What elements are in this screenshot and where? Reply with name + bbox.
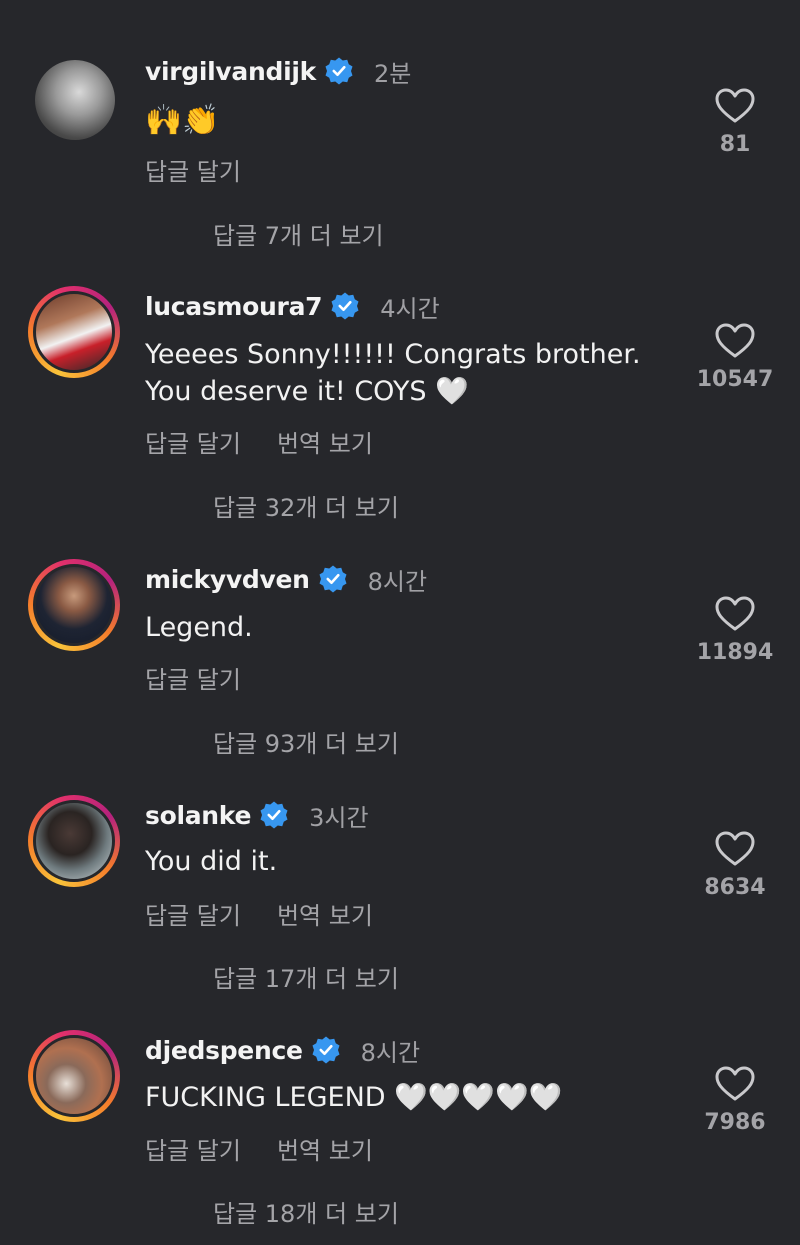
avatar[interactable]: [35, 60, 115, 140]
view-more-replies-button[interactable]: 답글 17개 더 보기: [213, 959, 399, 994]
comment-time: 8시간: [367, 567, 428, 596]
reply-button[interactable]: 답글 달기: [145, 660, 241, 695]
like-count: 7986: [704, 1110, 766, 1135]
avatar[interactable]: [28, 795, 120, 887]
heart-outline-icon[interactable]: [715, 323, 755, 359]
comment-time: 8시간: [360, 1038, 421, 1067]
view-more-replies-button[interactable]: 답글 7개 더 보기: [213, 216, 384, 251]
like-count: 10547: [696, 367, 774, 392]
verified-badge-icon: [325, 57, 353, 85]
verified-badge-icon: [312, 1036, 340, 1064]
heart-outline-icon[interactable]: [715, 1066, 755, 1102]
comment-time: 2분: [373, 59, 412, 88]
like-count: 8634: [704, 875, 766, 900]
username[interactable]: djedspence: [145, 1036, 303, 1065]
comment-text: You did it.: [145, 846, 278, 877]
reply-button[interactable]: 답글 달기: [145, 1131, 241, 1166]
verified-badge-icon: [319, 565, 347, 593]
reply-button[interactable]: 답글 달기: [145, 424, 241, 459]
view-more-replies-button[interactable]: 답글 93개 더 보기: [213, 724, 399, 759]
comment-text: 🙌👏: [145, 103, 220, 138]
avatar[interactable]: [28, 1030, 120, 1122]
avatar[interactable]: [28, 286, 120, 378]
username[interactable]: mickyvdven: [145, 565, 310, 594]
username[interactable]: solanke: [145, 801, 251, 830]
like-count: 11894: [696, 640, 774, 665]
username[interactable]: virgilvandijk: [145, 57, 316, 86]
reply-button[interactable]: 답글 달기: [145, 152, 241, 187]
username[interactable]: lucasmoura7: [145, 292, 323, 321]
heart-outline-icon[interactable]: [715, 596, 755, 632]
comment-text: Legend.: [145, 612, 253, 643]
see-translation-button[interactable]: 번역 보기: [277, 1131, 373, 1166]
view-more-replies-button[interactable]: 답글 32개 더 보기: [213, 488, 399, 523]
like-count: 81: [719, 132, 751, 157]
verified-badge-icon: [331, 292, 359, 320]
view-more-replies-button[interactable]: 답글 18개 더 보기: [213, 1194, 399, 1229]
see-translation-button[interactable]: 번역 보기: [277, 424, 373, 459]
reply-button[interactable]: 답글 달기: [145, 896, 241, 931]
heart-outline-icon[interactable]: [715, 831, 755, 867]
comment-time: 4시간: [380, 294, 440, 323]
comment-time: 3시간: [309, 803, 369, 832]
avatar[interactable]: [28, 559, 120, 651]
verified-badge-icon: [260, 801, 288, 829]
heart-outline-icon[interactable]: [715, 88, 755, 124]
see-translation-button[interactable]: 번역 보기: [277, 896, 373, 931]
comment-text: Yeeees Sonny!!!!!! Congrats brother. You…: [145, 339, 641, 407]
comment-text: FUCKING LEGEND 🤍🤍🤍🤍🤍: [145, 1082, 563, 1113]
